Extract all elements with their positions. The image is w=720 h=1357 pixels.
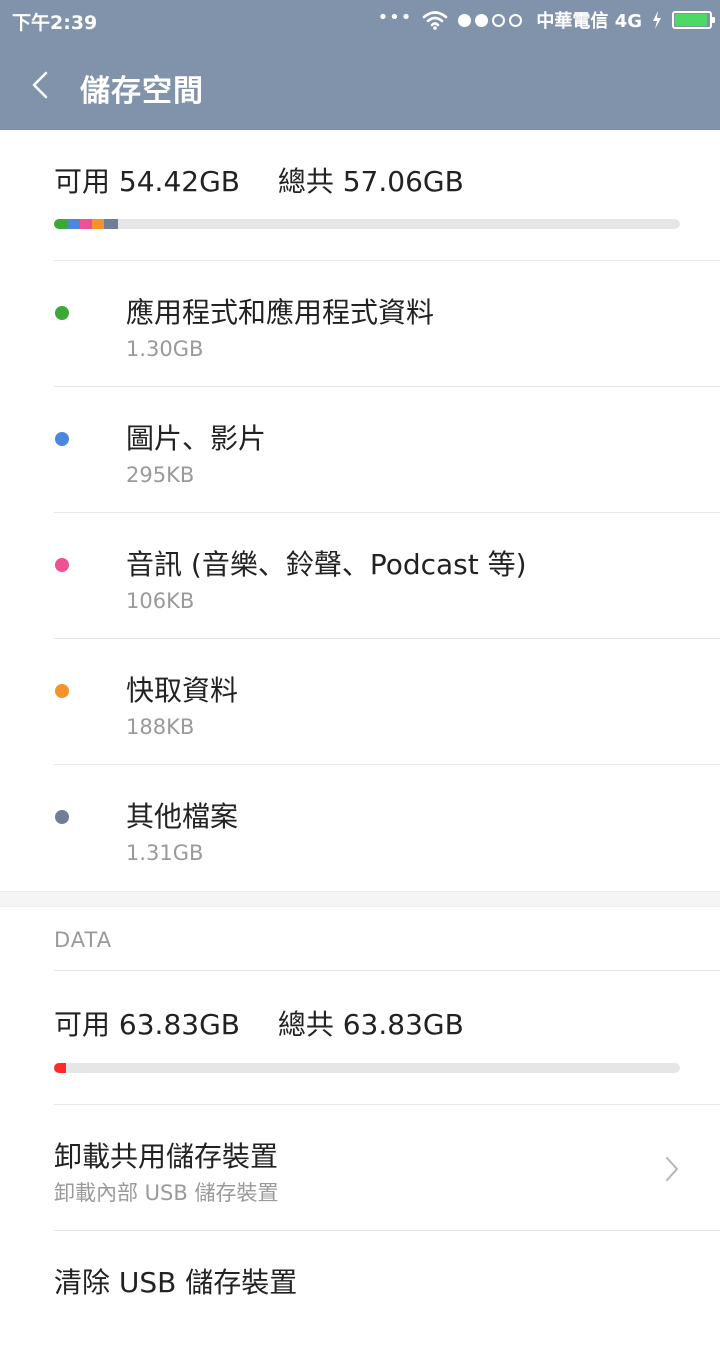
available-label: 可用 [54,1008,111,1041]
chevron-right-icon [666,1157,678,1181]
available-value: 54.42GB [118,165,240,198]
category-label: 圖片、影片 [126,422,267,455]
total-value: 63.83GB [342,1008,464,1041]
chevron-left-icon[interactable] [22,65,62,105]
category-label: 音訊 (音樂、鈴聲、Podcast 等) [126,548,527,581]
storage-bar-segment [80,219,92,229]
section-header-data: DATA [54,928,113,952]
category-size: 295KB [126,463,195,487]
page-title: 儲存空間 [80,74,204,109]
data-storage-summary: 可用 63.83GB 總共 63.83GB [54,1003,464,1043]
storage-category-item[interactable]: 其他檔案 1.31GB [0,765,720,891]
storage-category-item[interactable]: 音訊 (音樂、鈴聲、Podcast 等) 106KB [0,513,720,639]
category-color-dot [55,684,69,698]
category-label: 其他檔案 [126,800,239,833]
storage-category-item[interactable]: 應用程式和應用程式資料 1.30GB [0,261,720,387]
internal-storage-bar [54,219,680,229]
signal-dot [509,13,523,27]
signal-dot [492,13,506,27]
storage-bar-segment [54,219,68,229]
storage-category-item[interactable]: 圖片、影片 295KB [0,387,720,513]
category-color-dot [55,558,69,572]
action-title: 卸載共用儲存裝置 [54,1140,279,1173]
category-size: 106KB [126,589,195,613]
total-value: 57.06GB [342,165,464,198]
category-label: 應用程式和應用程式資料 [126,296,435,329]
battery-fill [675,14,708,26]
category-color-dot [55,810,69,824]
status-time: 下午2:39 [12,12,98,34]
unmount-storage-button[interactable]: 卸載共用儲存裝置 卸載內部 USB 儲存裝置 [0,1105,720,1231]
category-color-dot [55,432,69,446]
battery-icon [672,11,715,29]
storage-bar-segment [68,219,80,229]
storage-bar-segment [92,219,104,229]
category-color-dot [55,306,69,320]
divider [54,970,720,971]
category-size: 188KB [126,715,195,739]
data-storage-used-segment [54,1063,66,1073]
category-size: 1.31GB [126,841,204,865]
available-value: 63.83GB [118,1008,240,1041]
storage-bar-segment [104,219,118,229]
status-bar: 下午2:39 ••• 中華電信 4G [0,0,720,40]
status-icons: ••• 中華電信 4G [368,6,715,33]
action-subtitle: 卸載內部 USB 儲存裝置 [54,1181,279,1205]
available-label: 可用 [54,165,111,198]
total-label: 總共 [277,165,334,198]
category-label: 快取資料 [126,674,239,707]
category-size: 1.30GB [126,337,204,361]
signal-dot [458,13,472,27]
charging-icon [653,11,661,29]
section-gap [0,891,720,907]
total-label: 總共 [277,1008,334,1041]
wifi-icon [423,11,448,30]
title-bar: 儲存空間 [0,40,720,130]
signal-icon [458,13,526,27]
carrier-label: 中華電信 4G [536,11,642,32]
internal-storage-summary: 可用 54.42GB 總共 57.06GB [54,160,464,200]
signal-dot [475,13,489,27]
storage-category-item[interactable]: 快取資料 188KB [0,639,720,765]
action-title: 清除 USB 儲存裝置 [54,1266,298,1299]
more-dots: ••• [377,6,413,28]
battery-nub [712,17,715,23]
erase-usb-storage-button[interactable]: 清除 USB 儲存裝置 [0,1231,720,1357]
data-storage-bar [54,1063,680,1073]
